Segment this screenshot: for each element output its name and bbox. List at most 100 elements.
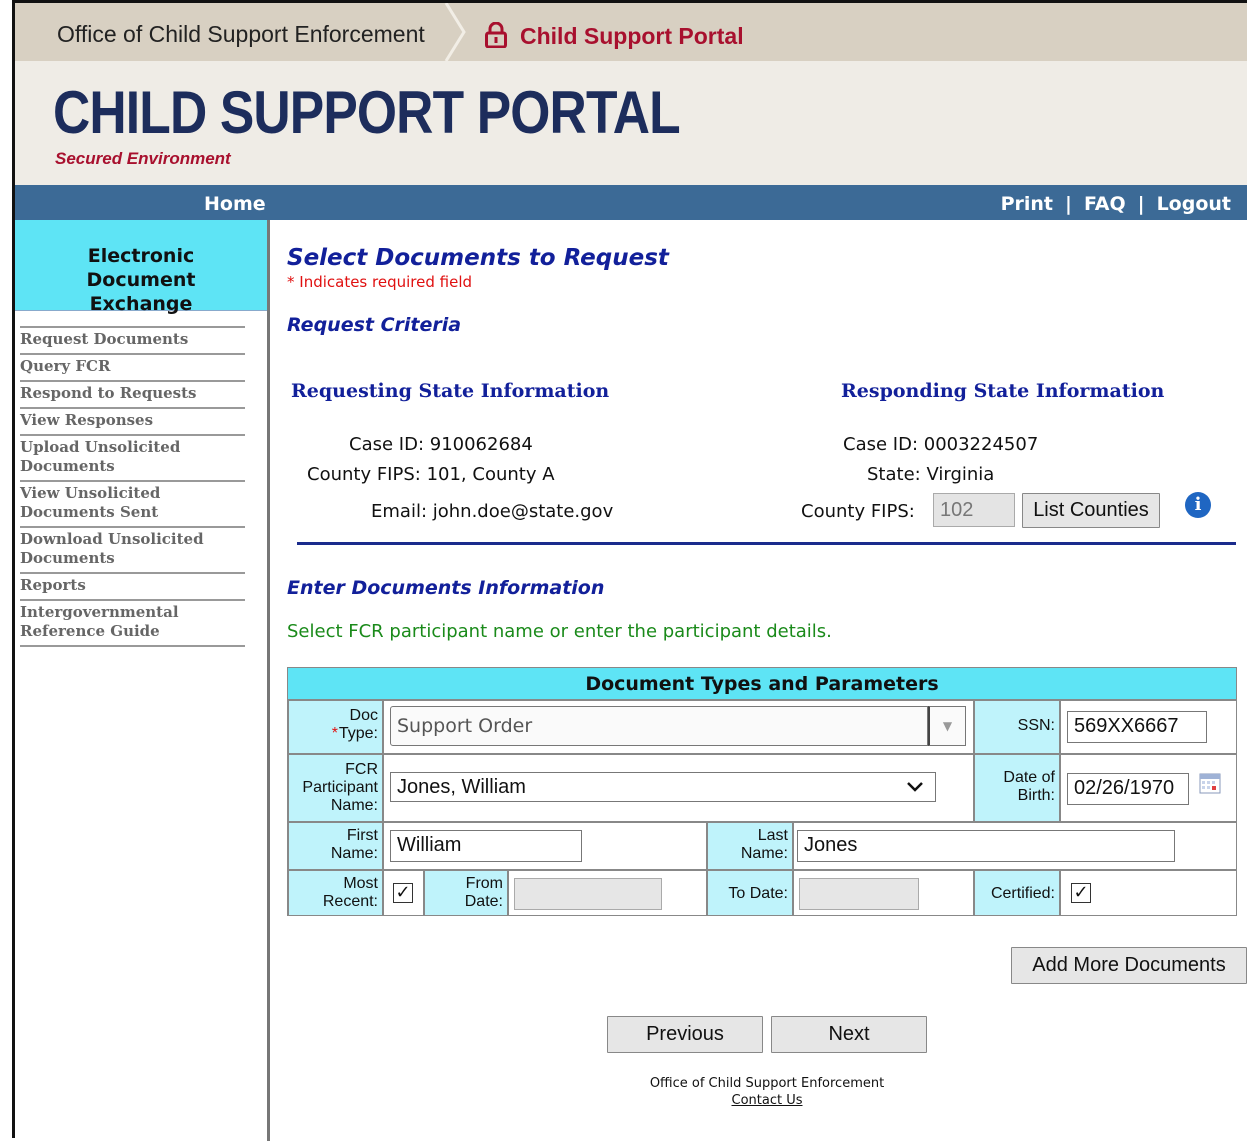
fcr-participant-label-text: FCR Participant Name: [302,761,378,814]
nav-logout-link[interactable]: Logout [1157,193,1231,215]
doc-type-label-text: Doc Type: [338,707,378,742]
chevron-down-icon[interactable] [906,781,924,793]
breadcrumb-separator-icon [444,3,466,61]
last-name-input[interactable]: Jones [797,830,1175,862]
from-date-cell [508,870,707,916]
documents-title: Enter Documents Information [287,577,605,599]
first-name-label-text: First Name: [330,827,378,862]
doc-type-select[interactable]: Support Order [390,706,928,746]
footer-org: Office of Child Support Enforcement [649,1076,885,1091]
doc-type-label: *Doc Type: [288,700,383,754]
sidebar-heading-text: Electronic Document Exchange [86,245,196,315]
sidebar-item-upload-unsolicited[interactable]: Upload Unsolicited Documents [20,434,245,480]
to-date-input[interactable] [799,878,919,910]
fcr-participant-select[interactable]: Jones, William [390,772,936,802]
responding-case-id-value: 0003224507 [923,434,1039,455]
last-name-cell: Jones [793,822,1237,870]
ssn-label: SSN: [974,700,1060,754]
requesting-case-id-label: Case ID: [349,434,425,455]
calendar-icon[interactable] [1199,772,1221,794]
sidebar-item-reports[interactable]: Reports [20,572,245,599]
requesting-email-label: Email: [371,501,428,522]
doc-type-cell: Support Order ▼ [383,700,974,754]
dob-input[interactable]: 02/26/1970 [1067,773,1189,805]
sidebar-item-reference-guide[interactable]: Intergovernmental Reference Guide [20,599,245,647]
portal-banner: CHILD SUPPORT PORTAL Secured Environment [15,61,1247,185]
requesting-county-fips-label: County FIPS: [307,464,421,485]
main-content: Select Documents to Request * Indicates … [273,220,1247,1141]
requesting-case-id-value: 910062684 [429,434,533,455]
document-table-header: Document Types and Parameters [288,668,1236,700]
nav-faq-link[interactable]: FAQ [1084,193,1126,215]
nav-separator: | [1137,193,1145,215]
page-title: Select Documents to Request [287,245,669,271]
responding-state-value: Virginia [926,464,995,485]
responding-state-title: Responding State Information [841,380,1165,402]
nav-separator: | [1065,193,1072,215]
fcr-participant-label: FCR Participant Name: [288,754,383,822]
portal-subtitle: Secured Environment [55,149,231,168]
breadcrumb-office[interactable]: Office of Child Support Enforcement [57,21,425,48]
breadcrumb: Office of Child Support Enforcement Chil… [15,3,1247,61]
list-counties-button[interactable]: List Counties [1022,493,1160,528]
from-date-input[interactable] [514,878,662,910]
requesting-county-fips: County FIPS: 101, County A [307,464,555,485]
contact-us-link[interactable]: Contact Us [273,1092,1247,1109]
nav-home-link[interactable]: Home [204,193,266,215]
add-more-documents-button[interactable]: Add More Documents [1011,947,1247,984]
certified-cell: ✓ [1060,870,1237,916]
most-recent-checkbox[interactable]: ✓ [393,883,413,903]
requesting-email-value: john.doe@state.gov [432,501,614,522]
first-name-input[interactable]: William [390,830,582,862]
requesting-case-id: Case ID: 910062684 [349,434,533,455]
request-criteria-title: Request Criteria [287,314,462,336]
last-name-label-text: Last Name: [740,827,788,862]
next-button[interactable]: Next [771,1016,927,1053]
sidebar-menu: Request Documents Query FCR Respond to R… [20,326,245,647]
responding-county-fips-label: County FIPS: [801,501,915,522]
responding-state-label: State: [867,464,921,485]
last-name-label: Last Name: [707,822,793,870]
requesting-county-fips-value: 101, County A [426,464,555,485]
nav-bar: Home Print | FAQ | Logout [15,185,1247,220]
responding-case-id-label: Case ID: [843,434,919,455]
sidebar-item-view-responses[interactable]: View Responses [20,407,245,434]
portal-title: CHILD SUPPORT PORTAL [53,79,681,146]
most-recent-cell: ✓ [383,870,424,916]
documents-instruction: Select FCR participant name or enter the… [287,621,832,642]
breadcrumb-portal[interactable]: Child Support Portal [520,23,744,50]
document-table: Document Types and Parameters *Doc Type:… [287,667,1237,916]
from-date-label: From Date: [424,870,508,916]
nav-print-link[interactable]: Print [1001,193,1053,215]
ssn-input[interactable]: 569XX6667 [1067,711,1207,743]
responding-case-id: Case ID: 0003224507 [843,434,1038,455]
responding-state: State: Virginia [867,464,994,485]
sidebar-item-respond-to-requests[interactable]: Respond to Requests [20,380,245,407]
from-date-label-text: From Date: [464,875,503,910]
certified-label: Certified: [974,870,1060,916]
chevron-down-icon[interactable]: ▼ [928,706,966,746]
info-icon[interactable]: i [1185,492,1211,518]
requesting-email: Email: john.doe@state.gov [371,501,613,522]
to-date-label: To Date: [707,870,793,916]
first-name-label: First Name: [288,822,383,870]
responding-county-fips-input[interactable]: 102 [933,493,1015,527]
sidebar-heading: Electronic Document Exchange [15,220,267,315]
dob-cell: 02/26/1970 [1060,754,1237,822]
previous-button[interactable]: Previous [607,1016,763,1053]
certified-checkbox[interactable]: ✓ [1071,883,1091,903]
ssn-cell: 569XX6667 [1060,700,1237,754]
sidebar-item-request-documents[interactable]: Request Documents [20,326,245,353]
sidebar-item-view-unsolicited-sent[interactable]: View Unsolicited Documents Sent [20,480,245,526]
sidebar: Electronic Document Exchange Request Doc… [15,220,270,1141]
lock-icon [485,22,507,48]
section-divider [297,542,1236,545]
required-field-note: * Indicates required field [287,273,473,291]
fcr-participant-cell: Jones, William [383,754,974,822]
sidebar-item-download-unsolicited[interactable]: Download Unsolicited Documents [20,526,245,572]
sidebar-item-query-fcr[interactable]: Query FCR [20,353,245,380]
first-name-cell: William [383,822,707,870]
dob-label-text: Date of Birth: [1003,769,1055,804]
most-recent-label-text: Most Recent: [322,875,378,910]
dob-label: Date of Birth: [974,754,1060,822]
